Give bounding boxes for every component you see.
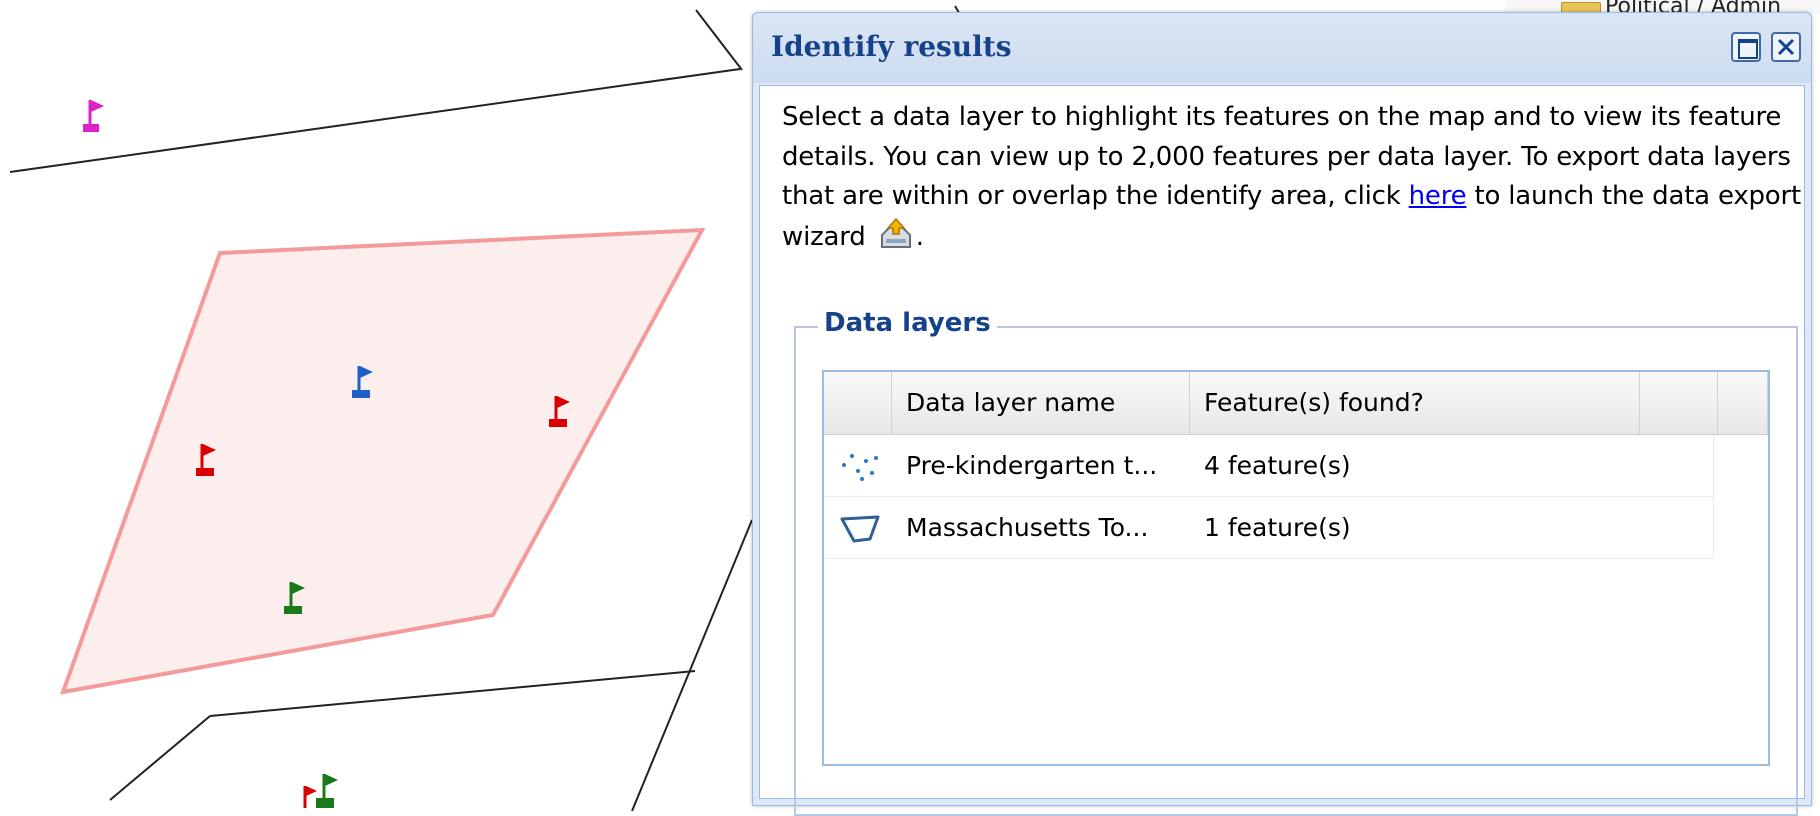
column-header-icon[interactable] [824,372,892,434]
data-layers-legend: Data layers [818,308,997,338]
grid-header: Data layer name Feature(s) found? [824,372,1768,435]
features-found: 4 feature(s) [1204,451,1351,480]
boundary-line [109,715,211,801]
features-found: 1 feature(s) [1204,513,1351,542]
export-wizard-icon[interactable] [876,217,916,264]
school-marker-red[interactable] [303,786,317,808]
school-marker-green[interactable] [316,774,338,808]
polygon-layer-icon [834,497,882,559]
school-marker-magenta[interactable] [83,100,104,132]
highlighted-town-polygon[interactable] [59,227,706,695]
boundary-line [631,519,753,811]
description-text: . [915,221,924,252]
dialog-body: Select a data layer to highlight its fea… [759,85,1805,816]
boundary-line [9,68,741,173]
column-header-scroll [1718,372,1768,434]
column-header-features-found[interactable]: Feature(s) found? [1190,372,1640,434]
table-row[interactable]: Pre-kindergarten t... 4 feature(s) [824,435,1714,497]
data-layers-fieldset: Data layers Data layer name Feature(s) f… [794,308,1798,816]
boundary-line [695,9,743,71]
data-layers-grid: Data layer name Feature(s) found? Pre-ki… [822,370,1770,766]
identify-results-dialog: Identify results Select a data layer to … [752,12,1812,816]
maximize-button[interactable] [1731,32,1761,62]
boundary-line [209,670,696,717]
point-layer-icon [834,435,882,497]
dialog-description: Select a data layer to highlight its fea… [782,98,1802,263]
data-layer-name: Pre-kindergarten t... [906,451,1158,480]
close-button[interactable] [1771,32,1801,62]
export-wizard-link[interactable]: here [1409,181,1467,211]
dialog-title: Identify results [771,30,1012,63]
column-header-extra[interactable] [1640,372,1718,434]
close-icon [1777,38,1795,56]
data-layer-name: Massachusetts To... [906,513,1149,542]
column-header-data-layer-name[interactable]: Data layer name [892,372,1190,434]
dialog-header[interactable]: Identify results [753,13,1811,83]
table-row[interactable]: Massachusetts To... 1 feature(s) [824,497,1714,559]
